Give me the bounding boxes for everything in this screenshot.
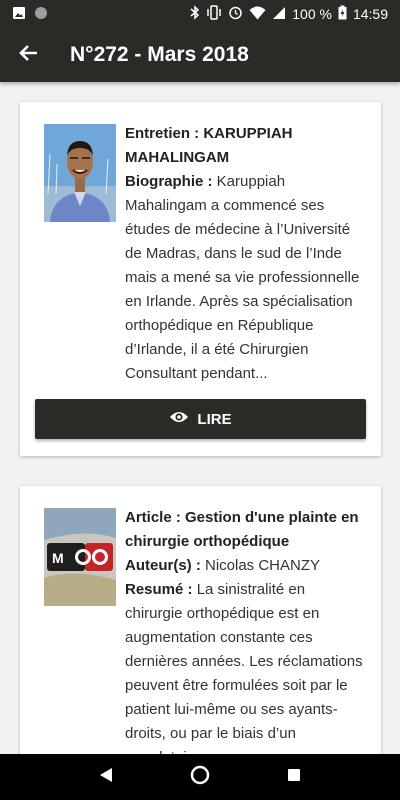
battery-charging-icon bbox=[338, 5, 347, 23]
author-name: Nicolas CHANZY bbox=[205, 557, 321, 574]
clock: 14:59 bbox=[352, 6, 388, 22]
biography-label: Biographie : bbox=[125, 173, 217, 190]
eye-icon bbox=[169, 410, 189, 428]
arrow-back-icon bbox=[18, 44, 38, 67]
circle-notification-icon bbox=[34, 6, 48, 23]
signal-icon bbox=[272, 6, 286, 23]
interview-card[interactable]: Entretien : KARUPPIAH MAHALINGAM Biograp… bbox=[20, 102, 381, 456]
author-label: Auteur(s) : bbox=[125, 557, 205, 574]
author-photo bbox=[44, 124, 116, 222]
alarm-icon bbox=[228, 5, 243, 23]
app-bar: N°272 - Mars 2018 bbox=[0, 28, 400, 82]
journal-logo: M bbox=[44, 508, 116, 606]
biography-text: Karuppiah Mahalingam a commencé ses étud… bbox=[125, 173, 360, 382]
back-button[interactable] bbox=[0, 28, 56, 82]
article-list[interactable]: Entretien : KARUPPIAH MAHALINGAM Biograp… bbox=[0, 82, 400, 754]
image-notification-icon bbox=[12, 6, 26, 23]
summary-label: Resumé : bbox=[125, 581, 197, 598]
read-button[interactable]: LIRE bbox=[35, 399, 366, 439]
vibrate-icon bbox=[206, 5, 222, 23]
nav-back-icon[interactable] bbox=[99, 767, 113, 788]
nav-recents-icon[interactable] bbox=[287, 768, 301, 787]
bluetooth-icon bbox=[190, 5, 200, 23]
wifi-icon bbox=[249, 6, 266, 23]
nav-home-icon[interactable] bbox=[190, 765, 210, 790]
page-title: N°272 - Mars 2018 bbox=[70, 43, 249, 66]
card-type-label: Article : bbox=[125, 509, 186, 526]
read-button-label: LIRE bbox=[197, 410, 232, 428]
status-bar: 100 % 14:59 bbox=[0, 0, 400, 28]
system-navigation-bar bbox=[0, 754, 400, 800]
summary-text: La sinistralité en chirurgie orthopédiqu… bbox=[125, 581, 363, 754]
article-summary: Article : Gestion d'une plainte en chiru… bbox=[125, 506, 365, 754]
battery-percent: 100 % bbox=[292, 6, 332, 22]
logo-letter-m: M bbox=[52, 550, 64, 566]
interview-summary: Entretien : KARUPPIAH MAHALINGAM Biograp… bbox=[125, 122, 365, 386]
card-type-label: Entretien : bbox=[125, 125, 204, 142]
article-card[interactable]: M Article : Gestion d'une plainte en chi… bbox=[20, 486, 381, 754]
